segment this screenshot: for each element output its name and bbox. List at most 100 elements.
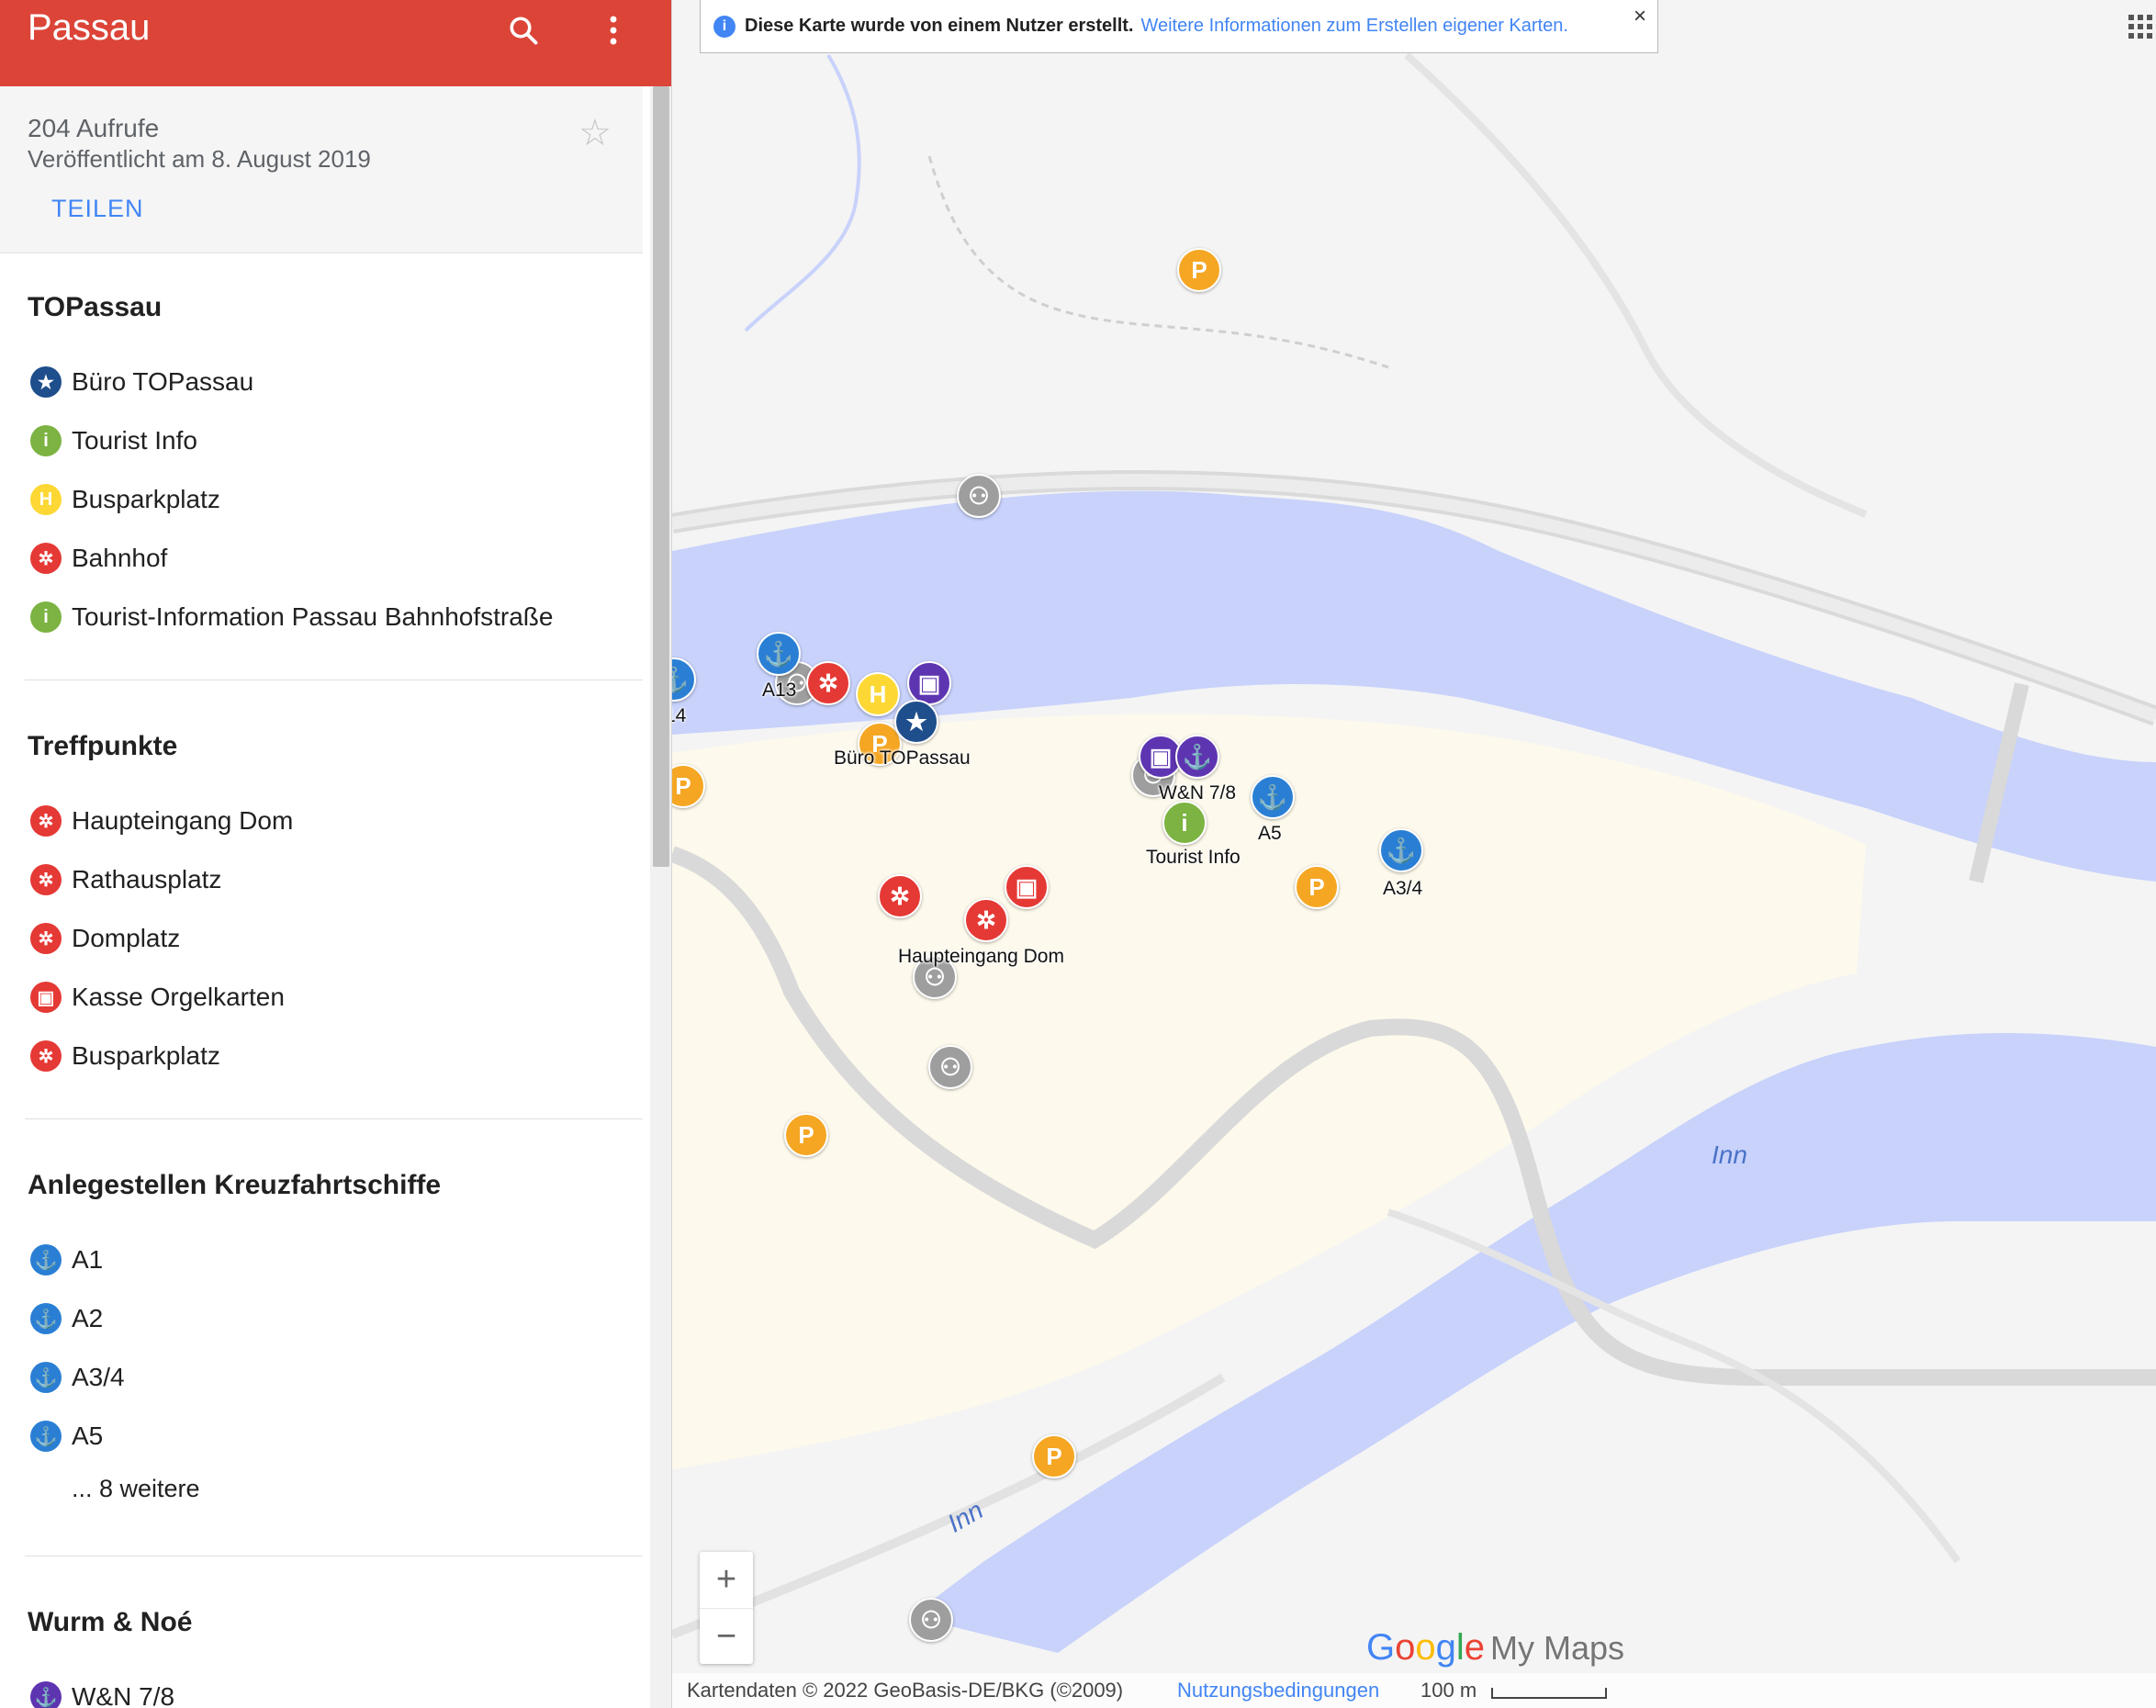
anchor-pin-a34[interactable]: ⚓ — [1379, 828, 1423, 872]
more-items-link[interactable]: ... 8 weitere — [72, 1475, 200, 1503]
more-vert-icon[interactable] — [590, 7, 636, 53]
anchor-icon: ⚓ — [30, 1362, 62, 1393]
layer-item[interactable]: ⚓ A5 — [30, 1418, 103, 1455]
layer-item[interactable]: ▣ Kasse Orgelkarten — [30, 979, 285, 1016]
meeting-point-icon: ✲ — [30, 543, 62, 574]
map-label-wn: W&N 7/8 — [1159, 782, 1237, 803]
parking-pin[interactable]: P — [1177, 248, 1221, 292]
layer-item-label: Busparkplatz — [72, 1041, 220, 1070]
star-icon: ★ — [30, 366, 62, 398]
layer-item[interactable]: ✲ Bahnhof — [30, 540, 167, 577]
layer-divider — [25, 1118, 643, 1119]
layer-title: Anlegestellen Kreuzfahrtschiffe — [28, 1170, 442, 1200]
layer-item-label: Domplatz — [72, 924, 181, 952]
layer-item-label: W&N 7/8 — [72, 1682, 175, 1708]
info-icon: i — [713, 15, 736, 38]
zoom-out-button[interactable]: − — [700, 1609, 753, 1665]
anchor-pin-a5[interactable]: ⚓ — [1251, 775, 1295, 819]
layer-item-label: A5 — [72, 1421, 104, 1450]
map-label-tourist: Tourist Info — [1146, 847, 1241, 868]
buero-pin[interactable]: ★ — [894, 700, 938, 744]
wn-anchor-pin[interactable]: ⚓ — [1175, 735, 1219, 779]
layer-item[interactable]: ⚓ A1 — [30, 1242, 103, 1278]
restroom-pin[interactable]: ⚇ — [909, 1598, 953, 1642]
wn-pin[interactable]: ▣ — [907, 661, 951, 705]
terms-link[interactable]: Nutzungsbedingungen — [1177, 1679, 1379, 1702]
layer-item[interactable]: ⚓ A2 — [30, 1300, 103, 1337]
map-label-dom: Haupteingang Dom — [898, 946, 1064, 967]
layer-item[interactable]: ⚓ W&N 7/8 — [30, 1679, 174, 1708]
info-icon: i — [30, 601, 62, 633]
layer-item[interactable]: H Busparkplatz — [30, 481, 220, 518]
layer-item-label: Tourist Info — [72, 426, 197, 455]
bus-h-pin[interactable]: H — [856, 672, 900, 716]
anchor-icon: ⚓ — [30, 1421, 62, 1452]
layer-item[interactable]: i Tourist-Information Passau Bahnhofstraß… — [30, 599, 553, 635]
layer-item[interactable]: i Tourist Info — [30, 422, 197, 459]
layer-item[interactable]: ✲ Busparkplatz — [30, 1038, 220, 1074]
layer-item[interactable]: ✲ Haupteingang Dom — [30, 803, 293, 839]
anchor-icon: ⚓ — [30, 1244, 62, 1275]
apps-grid-icon[interactable] — [2128, 15, 2152, 39]
info-icon: i — [30, 425, 62, 456]
map-label-a34: A3/4 — [1383, 878, 1423, 899]
view-count: 204 Aufrufe — [28, 114, 160, 142]
layer-item[interactable]: ✲ Domplatz — [30, 920, 180, 957]
tourist-info-pin[interactable]: i — [1162, 801, 1207, 845]
river-label-inn: Inn — [1712, 1141, 1747, 1169]
notice-text: Diese Karte wurde von einem Nutzer erste… — [745, 16, 1134, 36]
meeting-point-pin[interactable]: ✲ — [806, 661, 850, 705]
meeting-point-pin-dom[interactable]: ✲ — [964, 898, 1008, 942]
map-label-a5: A5 — [1258, 823, 1282, 844]
restroom-pin[interactable]: ⚇ — [957, 474, 1001, 518]
ticket-pin[interactable]: ▣ — [1005, 865, 1049, 909]
meeting-point-icon: ✲ — [30, 864, 62, 895]
search-icon[interactable] — [500, 7, 546, 53]
layer-item[interactable]: ★ Büro TOPassau — [30, 364, 253, 400]
scale-bar — [1491, 1688, 1607, 1699]
layer-item[interactable]: ⚓ A3/4 — [30, 1359, 125, 1396]
bus-h-icon: H — [30, 484, 62, 515]
anchor-icon: ⚓ — [30, 1303, 62, 1334]
star-outline-icon[interactable]: ☆ — [578, 112, 612, 154]
google-my-maps-logo: Google My Maps — [1366, 1627, 1624, 1669]
meeting-point-icon: ✲ — [30, 805, 62, 837]
share-button[interactable]: TEILEN — [51, 195, 144, 223]
anchor-pin-a13[interactable]: ⚓ — [757, 632, 801, 676]
scrollbar-thumb[interactable] — [653, 86, 669, 867]
user-map-notice: i Diese Karte wurde von einem Nutzer ers… — [700, 0, 1658, 53]
published-date: Veröffentlicht am 8. August 2019 — [28, 145, 371, 173]
layer-item-label: Rathausplatz — [72, 865, 222, 893]
close-icon[interactable]: × — [1634, 4, 1646, 29]
parking-pin[interactable]: P — [1032, 1434, 1076, 1478]
layer-item[interactable]: ✲ Rathausplatz — [30, 861, 221, 898]
zoom-control: + − — [700, 1552, 753, 1664]
app-header: Passau — [0, 0, 671, 86]
parking-pin[interactable]: P — [1295, 865, 1339, 909]
zoom-in-button[interactable]: + — [700, 1552, 753, 1608]
restroom-pin[interactable]: ⚇ — [928, 1045, 972, 1089]
layer-title: Wurm & Noé — [28, 1607, 193, 1637]
learn-more-link[interactable]: Weitere Informationen zum Erstellen eige… — [1140, 16, 1567, 37]
anchor-icon: ⚓ — [30, 1681, 62, 1708]
map-copyright: Kartendaten © 2022 GeoBasis-DE/BKG (©200… — [687, 1679, 1124, 1702]
map-canvas[interactable]: i Diese Karte wurde von einem Nutzer ers… — [672, 0, 2156, 1708]
map-label-a13: A13 — [762, 680, 797, 701]
layer-item-label: A1 — [72, 1245, 104, 1274]
meeting-point-pin[interactable]: ✲ — [878, 874, 922, 918]
layer-title: Treffpunkte — [28, 731, 178, 761]
scale-label: 100 m — [1420, 1679, 1477, 1702]
layer-item-label: Kasse Orgelkarten — [72, 983, 285, 1011]
map-label-a14: A14 — [672, 705, 687, 726]
layer-item-label: A3/4 — [72, 1363, 125, 1391]
meeting-point-icon: ✲ — [30, 923, 62, 954]
parking-pin[interactable]: P — [784, 1113, 828, 1157]
sidebar: Passau 204 Aufrufe Veröffentlicht am 8. … — [0, 0, 672, 1708]
layer-item-label: A2 — [72, 1304, 104, 1332]
layer-item-label: Büro TOPassau — [72, 367, 254, 396]
google-logo: Google — [1366, 1627, 1486, 1668]
ticket-icon: ▣ — [30, 982, 62, 1013]
layer-item-label: Busparkplatz — [72, 485, 220, 513]
meeting-point-icon: ✲ — [30, 1040, 62, 1072]
layer-title: TOPassau — [28, 292, 163, 322]
